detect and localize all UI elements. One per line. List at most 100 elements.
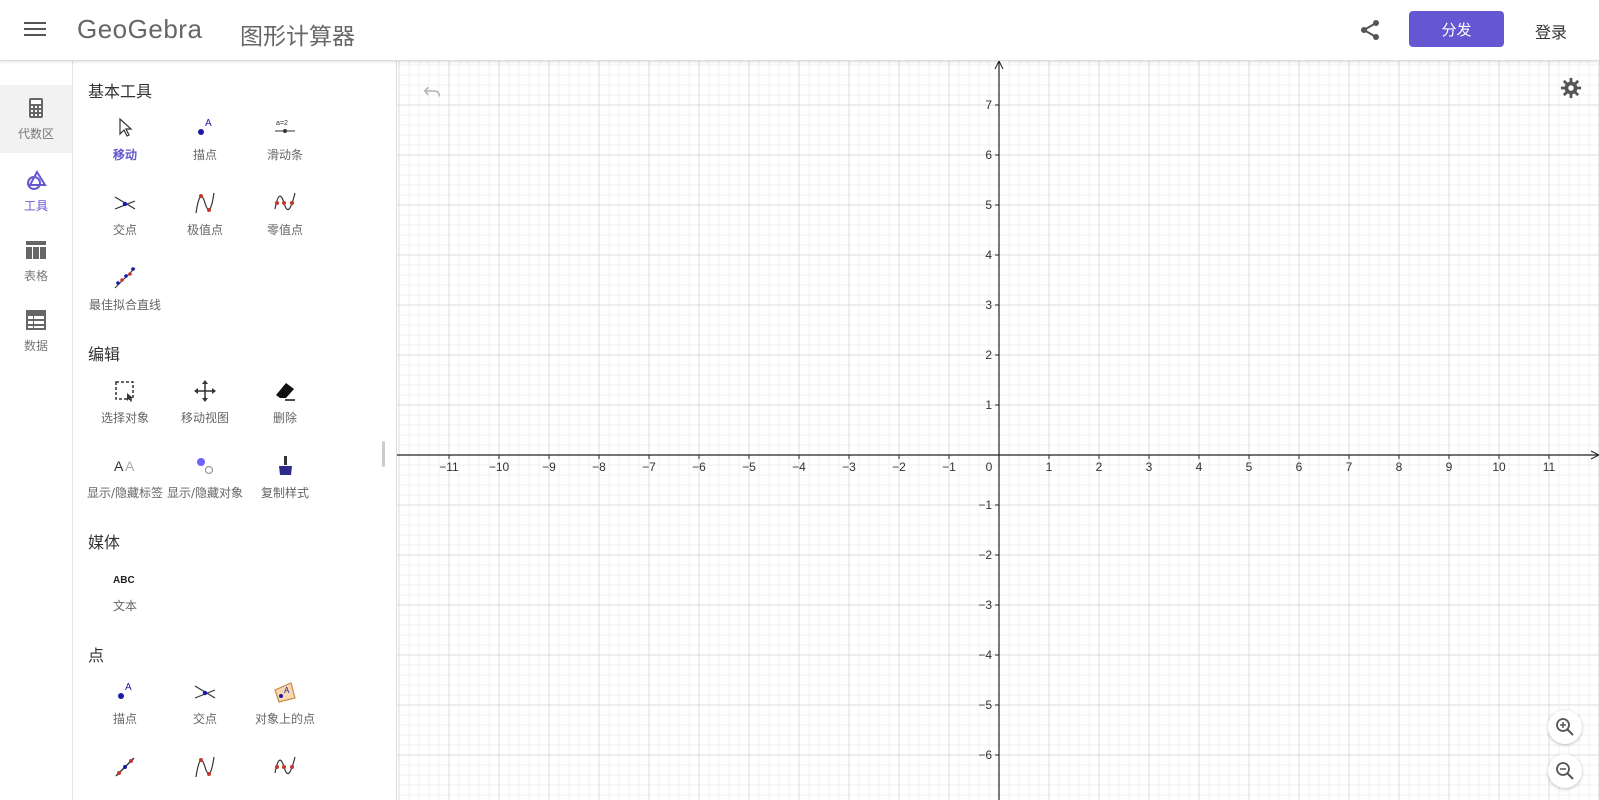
panel-resize-handle[interactable] <box>382 441 385 467</box>
section-title: 编辑 <box>88 345 121 364</box>
move-arrow-icon <box>119 117 133 137</box>
rail-item-label: 代数区 <box>17 127 54 141</box>
text-abc-icon: ABC <box>113 575 135 586</box>
attach-detach-point-icon <box>115 757 135 777</box>
x-tick-label: −7 <box>642 460 656 474</box>
y-tick-label: 6 <box>985 148 992 162</box>
show-object-icon <box>197 458 214 475</box>
tool-show-label[interactable]: A A 显示/隐藏标签 <box>85 454 165 520</box>
extremum-icon <box>195 756 215 778</box>
tool-select[interactable]: 选择对象 <box>85 379 165 445</box>
y-tick-label: 2 <box>985 348 992 362</box>
gear-icon[interactable] <box>1560 77 1582 99</box>
tool-show-object[interactable]: 显示/隐藏对象 <box>165 454 245 520</box>
y-tick-label: 3 <box>985 298 992 312</box>
brush-icon <box>279 456 292 475</box>
tool-label: 复制样式 <box>260 486 309 500</box>
publish-button[interactable]: 分发 <box>1409 11 1504 47</box>
point-icon: A <box>198 118 212 135</box>
tool-extremum-2[interactable] <box>165 755 245 800</box>
tool-attach-point[interactable] <box>85 755 165 800</box>
x-tick-label: 8 <box>1396 460 1403 474</box>
svg-text:A: A <box>125 458 135 474</box>
tool-label: 交点 <box>112 223 137 237</box>
rail-item-label: 表格 <box>23 269 48 283</box>
x-tick-label: −8 <box>592 460 606 474</box>
tools-shape-icon <box>27 169 47 190</box>
point-icon: A <box>118 682 132 699</box>
show-label-icon: A A <box>114 458 135 474</box>
rail-item-tools[interactable]: 工具 <box>0 157 72 225</box>
tool-roots-2[interactable] <box>245 755 325 800</box>
rail-item-algebra[interactable]: 代数区 <box>0 85 72 153</box>
tool-move-view[interactable]: 移动视图 <box>165 379 245 445</box>
tool-move[interactable]: 移动 <box>85 116 165 182</box>
tool-label: 描点 <box>192 148 217 162</box>
tool-point-on-object[interactable]: A 对象上的点 <box>245 680 325 746</box>
tool-label: 描点 <box>112 712 137 726</box>
rail-item-label: 数据 <box>23 339 48 353</box>
tool-delete[interactable]: 删除 <box>245 379 325 445</box>
tool-copy-style[interactable]: 复制样式 <box>245 454 325 520</box>
x-tick-label: 7 <box>1346 460 1353 474</box>
x-tick-label: 5 <box>1246 460 1253 474</box>
login-link[interactable]: 登录 <box>1535 19 1567 43</box>
intersect-icon <box>194 685 216 699</box>
point-on-object-icon: A <box>274 682 296 703</box>
y-tick-label: 5 <box>985 198 992 212</box>
tool-label: 极值点 <box>186 223 223 237</box>
view-rail: 代数区 工具 表格 数据 <box>0 61 73 800</box>
roots-icon <box>274 192 296 211</box>
roots-icon <box>274 756 296 775</box>
tool-label: 文本 <box>112 599 137 613</box>
x-tick-label: 4 <box>1196 460 1203 474</box>
share-icon[interactable] <box>1358 18 1382 42</box>
y-tick-label: −2 <box>978 548 992 562</box>
svg-text:A: A <box>284 686 290 695</box>
zoom-out-button[interactable] <box>1548 754 1582 788</box>
tool-extremum[interactable]: 极值点 <box>165 191 245 257</box>
x-tick-label: −3 <box>842 460 856 474</box>
x-tick-label: −4 <box>792 460 806 474</box>
svg-text:A: A <box>205 118 212 129</box>
slider-icon: a=2 <box>275 120 295 133</box>
tool-label: 删除 <box>272 411 297 425</box>
zoom-in-button[interactable] <box>1548 710 1582 744</box>
rail-item-data[interactable]: 数据 <box>0 297 72 365</box>
intersect-icon <box>114 196 136 210</box>
tool-label: 交点 <box>192 712 217 726</box>
fit-line-icon <box>114 267 136 289</box>
y-tick-label: −4 <box>978 648 992 662</box>
y-tick-label: −5 <box>978 698 992 712</box>
x-tick-label: 0 <box>986 460 993 474</box>
x-tick-label: −2 <box>892 460 906 474</box>
svg-text:A: A <box>125 682 132 693</box>
x-tick-label: 2 <box>1096 460 1103 474</box>
eraser-icon <box>276 383 295 401</box>
tool-slider[interactable]: a=2 滑动条 <box>245 116 325 182</box>
app-subtitle: 图形计算器 <box>240 24 355 50</box>
section-title: 基本工具 <box>88 82 153 101</box>
tool-intersect-2[interactable]: 交点 <box>165 680 245 746</box>
section-title: 媒体 <box>88 533 121 552</box>
zoom-in-icon <box>1556 718 1574 736</box>
tool-label: 移动 <box>112 148 137 162</box>
graphics-view[interactable]: −11 −10 −9 −8 −7 −6 −5 −4 −3 −2 −1 0 1 2 3 4 5 6 7 8 9 10 1112… <box>397 61 1599 800</box>
calculator-icon <box>29 98 43 118</box>
tool-point-2[interactable]: A 描点 <box>85 680 165 746</box>
move-view-icon <box>194 380 216 402</box>
data-grid-icon <box>26 310 46 330</box>
hamburger-menu-icon[interactable] <box>22 18 48 42</box>
tool-roots[interactable]: 零值点 <box>245 191 325 257</box>
tool-label: 选择对象 <box>100 411 149 425</box>
x-tick-label: 6 <box>1296 460 1303 474</box>
tool-point[interactable]: A 描点 <box>165 116 245 182</box>
tool-text[interactable]: ABC 文本 <box>85 567 165 633</box>
rail-item-table[interactable]: 表格 <box>0 227 72 295</box>
undo-icon[interactable] <box>421 80 443 102</box>
tool-label: 显示/隐藏标签 <box>86 486 164 500</box>
tool-fit-line[interactable]: 最佳拟合直线 <box>85 266 165 332</box>
tool-intersect[interactable]: 交点 <box>85 191 165 257</box>
table-icon <box>26 241 46 259</box>
x-tick-label: −5 <box>742 460 756 474</box>
